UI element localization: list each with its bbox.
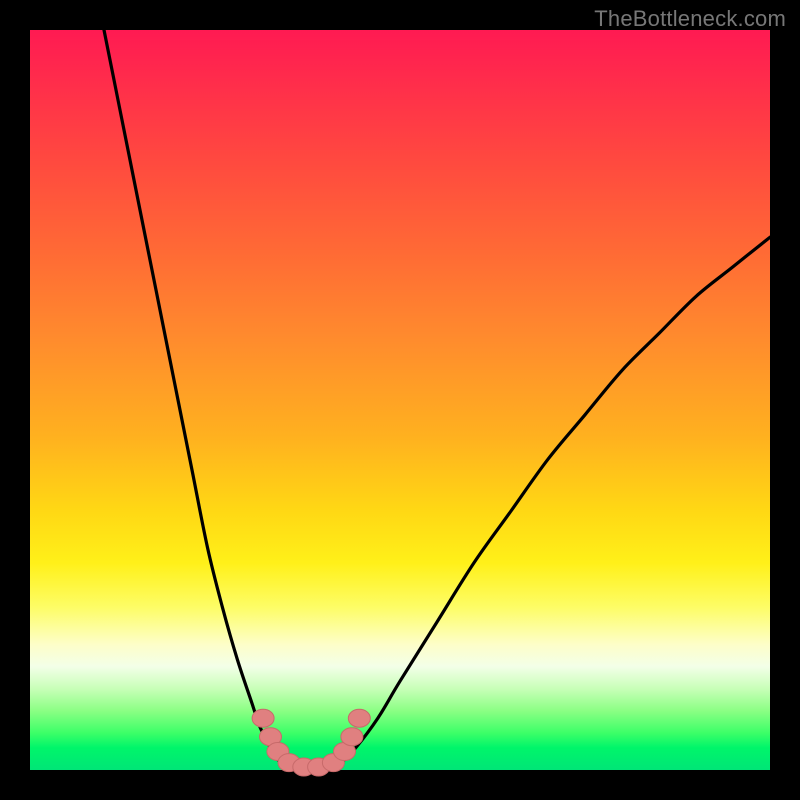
valley-marker — [252, 709, 274, 727]
chart-frame: TheBottleneck.com — [0, 0, 800, 800]
valley-marker-group — [252, 709, 370, 776]
watermark-text: TheBottleneck.com — [594, 6, 786, 32]
valley-marker — [341, 728, 363, 746]
curve-svg — [30, 30, 770, 770]
plot-area — [30, 30, 770, 770]
valley-marker — [348, 709, 370, 727]
bottleneck-curve — [104, 30, 770, 771]
